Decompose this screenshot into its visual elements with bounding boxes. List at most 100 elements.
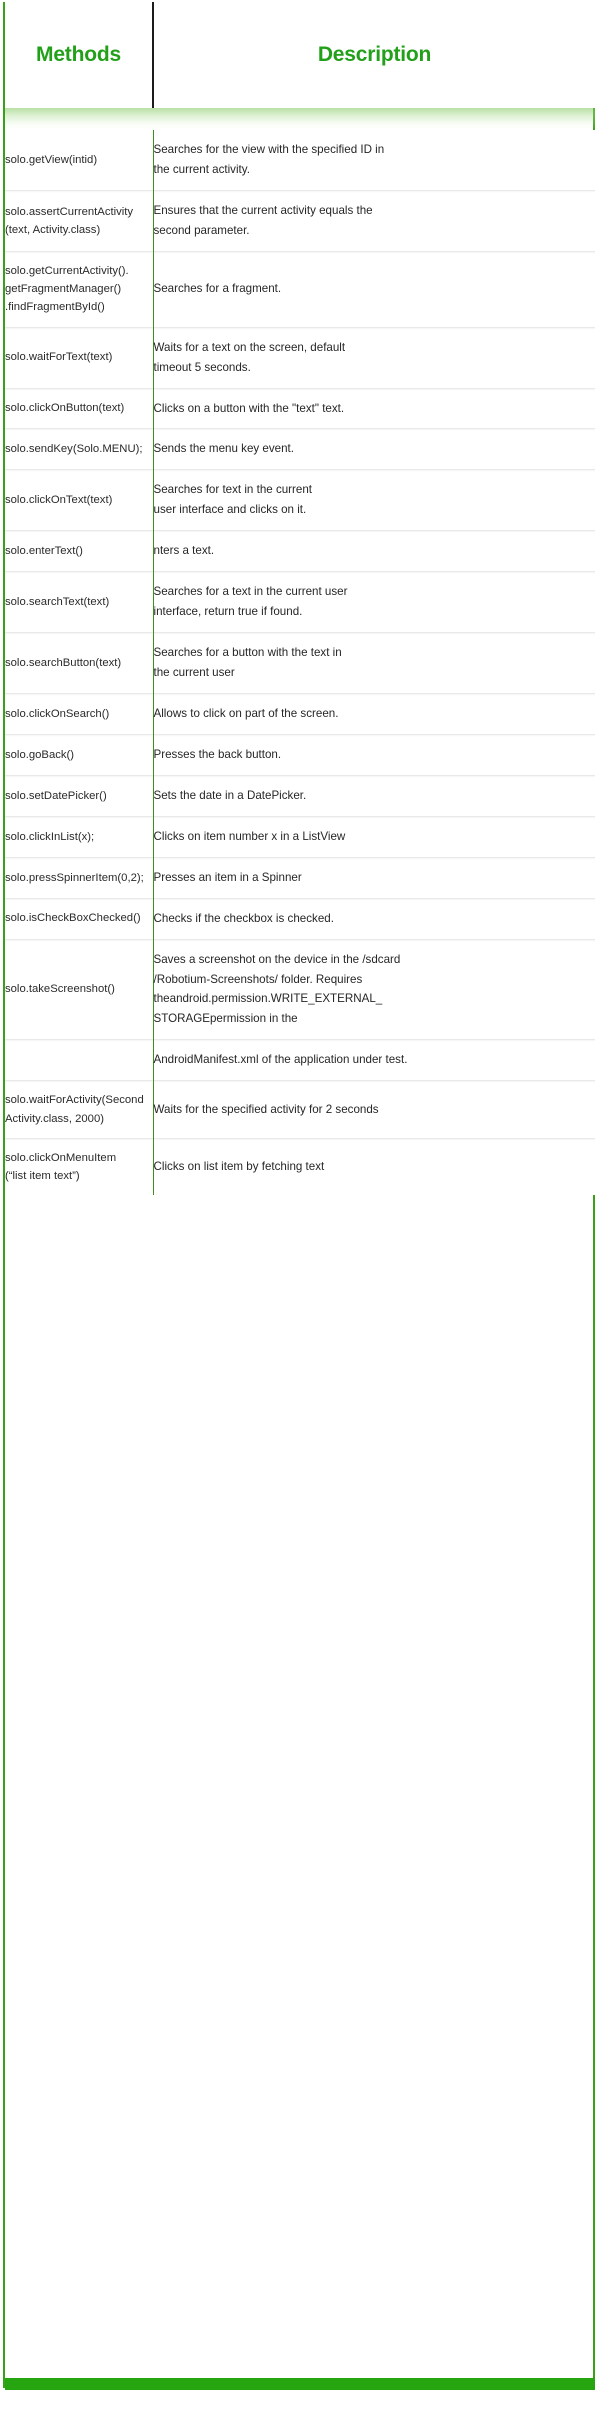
method-name-text: solo.clickOnText(text): [5, 494, 113, 507]
method-cell: solo.clickOnText(text): [5, 469, 154, 531]
method-cell: solo.pressSpinnerItem(0,2);: [5, 856, 154, 899]
method-name-text: solo.getView(intid): [5, 153, 98, 166]
method-cell: solo.getCurrentActivity(). getFragmentMa…: [5, 250, 154, 328]
table-row: solo.searchText(text) Searches for a text…: [5, 571, 595, 633]
description-text: Waits for the specified activity for 2 s…: [153, 1102, 379, 1116]
method-name-text: solo.takeScreenshot(): [5, 983, 115, 996]
column-header-methods-label: Methods: [36, 43, 121, 67]
header-row: Methods Description: [5, 2, 595, 108]
description-cell: Saves a screenshot on the device in the …: [153, 938, 595, 1040]
method-name-text: solo.searchButton(text): [5, 656, 122, 669]
description-cell: Clicks on a button with the "text" text.: [153, 387, 595, 429]
method-name-text: solo.waitForText(text): [5, 351, 113, 364]
method-name-text: solo.clickInList(x);: [5, 830, 95, 843]
description-cell: Clicks on list item by fetching text: [153, 1137, 595, 1196]
description-cell: Clicks on item number x in a ListView: [153, 815, 595, 858]
table-row: AndroidManifest.xml of the application u…: [5, 1039, 595, 1081]
method-name-text: solo.isCheckBoxChecked(): [5, 912, 141, 925]
method-name-text: solo.getCurrentActivity(). getFragmentMa…: [5, 264, 129, 314]
column-header-description: Description: [153, 2, 595, 108]
table-row: solo.clickOnButton(text) Clicks on a butt…: [5, 387, 595, 429]
table-row: solo.clickOnMenuItem (“list item text”) C…: [5, 1137, 595, 1196]
description-cell: Presses an item in a Spinner: [153, 856, 595, 899]
green-gradient-strip: [5, 108, 595, 130]
description-cell: Ensures that the current activity equals…: [153, 189, 595, 252]
method-name-text: solo.waitForActivity(Second Activity.cla…: [5, 1094, 144, 1125]
table-row: solo.isCheckBoxChecked() Checks if the ch…: [5, 897, 595, 940]
methods-table: Methods Description solo.getView(intid) S…: [5, 2, 595, 1196]
description-text: Searches for a button with the text in t…: [153, 646, 342, 680]
table-row: solo.goBack() Presses the back button.: [5, 733, 595, 776]
description-cell: AndroidManifest.xml of the application u…: [153, 1039, 595, 1081]
method-cell: solo.isCheckBoxChecked(): [5, 897, 154, 940]
table-header: Methods Description: [5, 2, 595, 108]
description-text: AndroidManifest.xml of the application u…: [153, 1053, 408, 1067]
table-row: solo.setDatePicker() Sets the date in a D…: [5, 774, 595, 817]
table-row: solo.takeScreenshot() Saves a screenshot …: [5, 938, 595, 1040]
description-text: Searches for a fragment.: [153, 282, 282, 296]
method-name-text: solo.pressSpinnerItem(0,2);: [5, 871, 144, 884]
method-cell: solo.clickOnButton(text): [5, 387, 154, 429]
header-gradient-band: [5, 108, 595, 130]
method-cell: solo.takeScreenshot(): [5, 938, 154, 1040]
description-text: Checks if the checkbox is checked.: [153, 911, 334, 925]
column-header-methods: Methods: [5, 2, 154, 108]
table-row: solo.waitForActivity(Second Activity.cla…: [5, 1080, 595, 1139]
method-name-text: solo.sendKey(Solo.MENU);: [5, 443, 143, 456]
table-row: solo.pressSpinnerItem(0,2); Presses an it…: [5, 856, 595, 899]
description-text: Clicks on list item by fetching text: [153, 1160, 325, 1174]
description-text: Sets the date in a DatePicker.: [153, 788, 307, 802]
table-row: solo.enterText() nters a text.: [5, 530, 595, 572]
description-text: Sends the menu key event.: [153, 442, 295, 456]
description-cell: Searches for a fragment.: [153, 250, 595, 328]
description-text: Searches for the view with the specified…: [153, 143, 385, 176]
description-cell: Sets the date in a DatePicker.: [153, 774, 595, 817]
description-cell: Presses the back button.: [153, 733, 595, 776]
description-text: Presses an item in a Spinner: [153, 870, 302, 884]
column-header-description-label: Description: [317, 43, 432, 67]
method-cell: solo.waitForText(text): [5, 326, 154, 389]
method-name-text: solo.clickOnSearch(): [5, 707, 110, 720]
description-text: Allows to click on part of the screen.: [153, 706, 339, 720]
table-row: solo.clickOnSearch() Allows to click on p…: [5, 692, 595, 735]
description-cell: Searches for the view with the specified…: [153, 130, 595, 191]
description-cell: Searches for a button with the text in t…: [153, 632, 595, 694]
table-row: solo.assertCurrentActivity (text, Activi…: [5, 189, 595, 252]
method-name-text: solo.enterText(): [5, 545, 83, 558]
description-text: Ensures that the current activity equals…: [153, 203, 373, 237]
table-rows-body: solo.getView(intid) Searches for the view…: [5, 130, 595, 1196]
method-cell: solo.getView(intid): [5, 130, 154, 191]
method-cell: solo.setDatePicker(): [5, 774, 154, 817]
table-row: solo.waitForText(text) Waits for a text o…: [5, 326, 595, 389]
method-cell: solo.clickOnMenuItem (“list item text”): [5, 1137, 154, 1196]
description-text: Clicks on a button with the "text" text.: [153, 401, 345, 415]
method-cell: solo.waitForActivity(Second Activity.cla…: [5, 1080, 154, 1139]
method-name-text: [5, 1060, 153, 1061]
table-row: solo.getView(intid) Searches for the view…: [5, 130, 595, 191]
description-text: Presses the back button.: [153, 747, 282, 761]
description-cell: Searches for a text in the current user …: [153, 571, 595, 633]
method-cell: [5, 1039, 154, 1081]
method-cell: solo.clickInList(x);: [5, 815, 154, 858]
description-text: Searches for text in the current user in…: [153, 483, 313, 517]
description-text: Searches for a text in the current user …: [153, 585, 348, 619]
methods-table-container: Methods Description solo.getView(intid) S…: [0, 0, 600, 1196]
method-cell: solo.goBack(): [5, 733, 154, 776]
description-text: Clicks on item number x in a ListView: [153, 829, 346, 843]
table-row: solo.clickOnText(text) Searches for text …: [5, 469, 595, 531]
table-row: solo.clickInList(x); Clicks on item numbe…: [5, 815, 595, 858]
description-cell: Waits for the specified activity for 2 s…: [153, 1080, 595, 1139]
method-cell: solo.searchButton(text): [5, 632, 154, 694]
method-name-text: solo.searchText(text): [5, 595, 110, 608]
description-cell: Searches for text in the current user in…: [153, 469, 595, 531]
table-body: [5, 108, 595, 130]
method-name-text: solo.clickOnMenuItem (“list item text”): [5, 1151, 117, 1183]
description-cell: nters a text.: [153, 530, 595, 572]
table-row: solo.getCurrentActivity(). getFragmentMa…: [5, 250, 595, 328]
description-text: Waits for a text on the screen, default …: [153, 340, 346, 374]
method-cell: solo.assertCurrentActivity (text, Activi…: [5, 189, 154, 252]
methods-reference-document: Methods Description solo.getView(intid) S…: [0, 0, 600, 2416]
method-name-text: solo.assertCurrentActivity (text, Activi…: [5, 205, 134, 236]
method-cell: solo.clickOnSearch(): [5, 692, 154, 735]
method-name-text: solo.goBack(): [5, 748, 75, 761]
